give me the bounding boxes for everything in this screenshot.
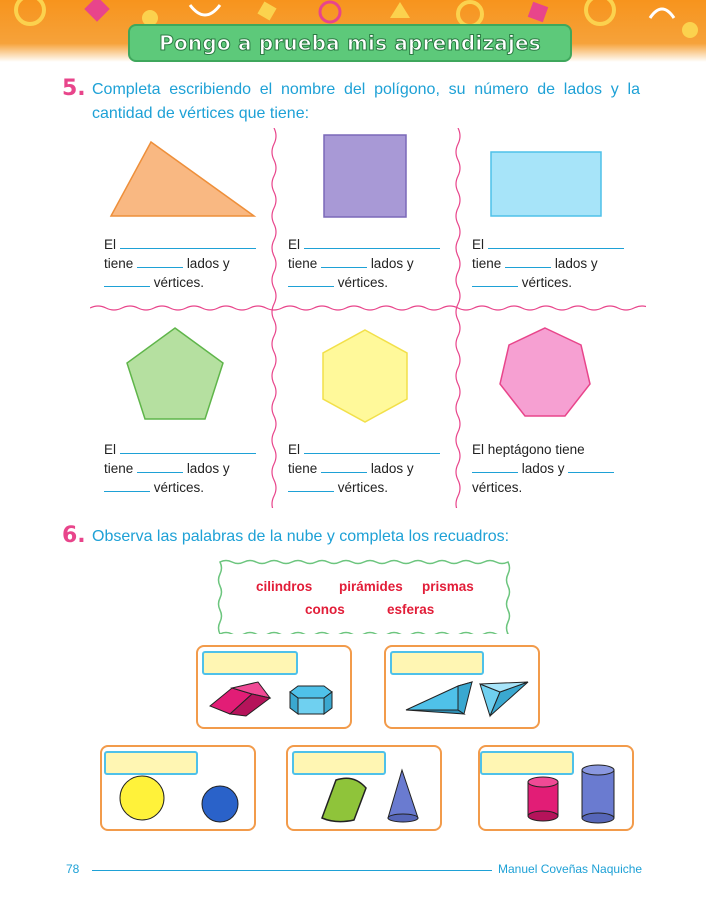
blank-name-1[interactable]: [119, 235, 256, 249]
word-lados: lados y: [370, 461, 414, 476]
word-el: El: [288, 237, 301, 252]
cloud-word-piramides: pirámides: [339, 579, 403, 594]
answer-field-pyramids[interactable]: [390, 651, 484, 675]
blank-sides-3[interactable]: [505, 254, 552, 268]
word-vertices: vértices.: [521, 275, 573, 290]
question-5-text-line2: cantidad de vértices que tiene:: [92, 105, 310, 122]
word-lados: lados y: [186, 256, 230, 271]
prism-images: [209, 681, 333, 717]
answer-block-5: El tiene lados y vértices.: [288, 440, 448, 497]
word-el: El: [472, 237, 485, 252]
answer-field-spheres[interactable]: [104, 751, 198, 775]
question-6-number: 6.: [62, 523, 86, 548]
cloud-word-esferas: esferas: [387, 602, 435, 617]
blank-sides-4[interactable]: [137, 459, 184, 473]
pentagon-shape: [126, 327, 224, 420]
word-el: El: [104, 442, 117, 457]
word-tiene: tiene: [288, 461, 318, 476]
blank-name-4[interactable]: [119, 440, 256, 454]
word-lados: lados y: [554, 256, 598, 271]
square-shape: [323, 134, 407, 218]
blank-name-3[interactable]: [487, 235, 624, 249]
hexagon-shape: [322, 329, 408, 423]
word-vertices: vértices.: [337, 480, 389, 495]
blank-sides-1[interactable]: [137, 254, 184, 268]
blank-vertices-4[interactable]: [104, 478, 150, 492]
answer-block-1: El tiene lados y vértices.: [104, 235, 264, 292]
footer-author: Manuel Coveñas Naquiche: [498, 862, 643, 876]
section-title-banner: Pongo a prueba mis aprendizajes: [128, 24, 572, 62]
word-tiene: tiene: [472, 256, 502, 271]
question-5-text-line1: Completa escribiendo el nombre del políg…: [92, 81, 640, 98]
word-lados: lados y: [370, 256, 414, 271]
blank-vertices-6[interactable]: [568, 459, 615, 473]
word-vertices: vértices.: [153, 480, 205, 495]
answer-block-3: El tiene lados y vértices.: [472, 235, 632, 292]
page-number: 78: [66, 862, 80, 876]
blank-name-5[interactable]: [303, 440, 440, 454]
cylinder-images: [527, 764, 615, 824]
blank-sides-6[interactable]: [472, 459, 518, 473]
rectangle-shape: [490, 151, 602, 217]
word-vertices: vértices.: [153, 275, 205, 290]
answer-block-4: El tiene lados y vértices.: [104, 440, 264, 497]
blank-vertices-1[interactable]: [104, 273, 150, 287]
blank-vertices-2[interactable]: [288, 273, 334, 287]
word-el: El: [288, 442, 301, 457]
answer-field-prisms[interactable]: [202, 651, 298, 675]
question-5-number: 5.: [62, 76, 86, 101]
word-tiene: tiene: [288, 256, 318, 271]
blank-name-2[interactable]: [303, 235, 440, 249]
blank-sides-2[interactable]: [321, 254, 368, 268]
triangle-shape: [109, 140, 257, 217]
word-cloud-frame: [217, 559, 511, 634]
footer-divider: [92, 870, 492, 871]
word-tiene: tiene: [104, 256, 134, 271]
heptagon-caption: El heptágono tiene: [472, 442, 585, 457]
blank-sides-5[interactable]: [321, 459, 368, 473]
word-tiene: tiene: [104, 461, 134, 476]
word-lados: lados y: [186, 461, 230, 476]
blank-vertices-5[interactable]: [288, 478, 334, 492]
heptagon-shape: [499, 327, 591, 417]
cloud-word-prismas: prismas: [422, 579, 474, 594]
answer-block-6: El heptágono tiene lados y vértices.: [472, 440, 642, 497]
answer-block-2: El tiene lados y vértices.: [288, 235, 448, 292]
cloud-word-cilindros: cilindros: [256, 579, 313, 594]
word-vertices: vértices.: [472, 480, 523, 495]
question-6-text: Observa las palabras de la nube y comple…: [92, 528, 510, 545]
cone-images: [321, 768, 419, 823]
cloud-word-conos: conos: [305, 602, 345, 617]
word-vertices: vértices.: [337, 275, 389, 290]
sphere-images: [119, 775, 239, 823]
page-title: Pongo a prueba mis aprendizajes: [159, 31, 542, 56]
pyramid-images: [405, 681, 529, 718]
word-el: El: [104, 237, 117, 252]
word-lados: lados y: [521, 461, 565, 476]
blank-vertices-3[interactable]: [472, 273, 518, 287]
